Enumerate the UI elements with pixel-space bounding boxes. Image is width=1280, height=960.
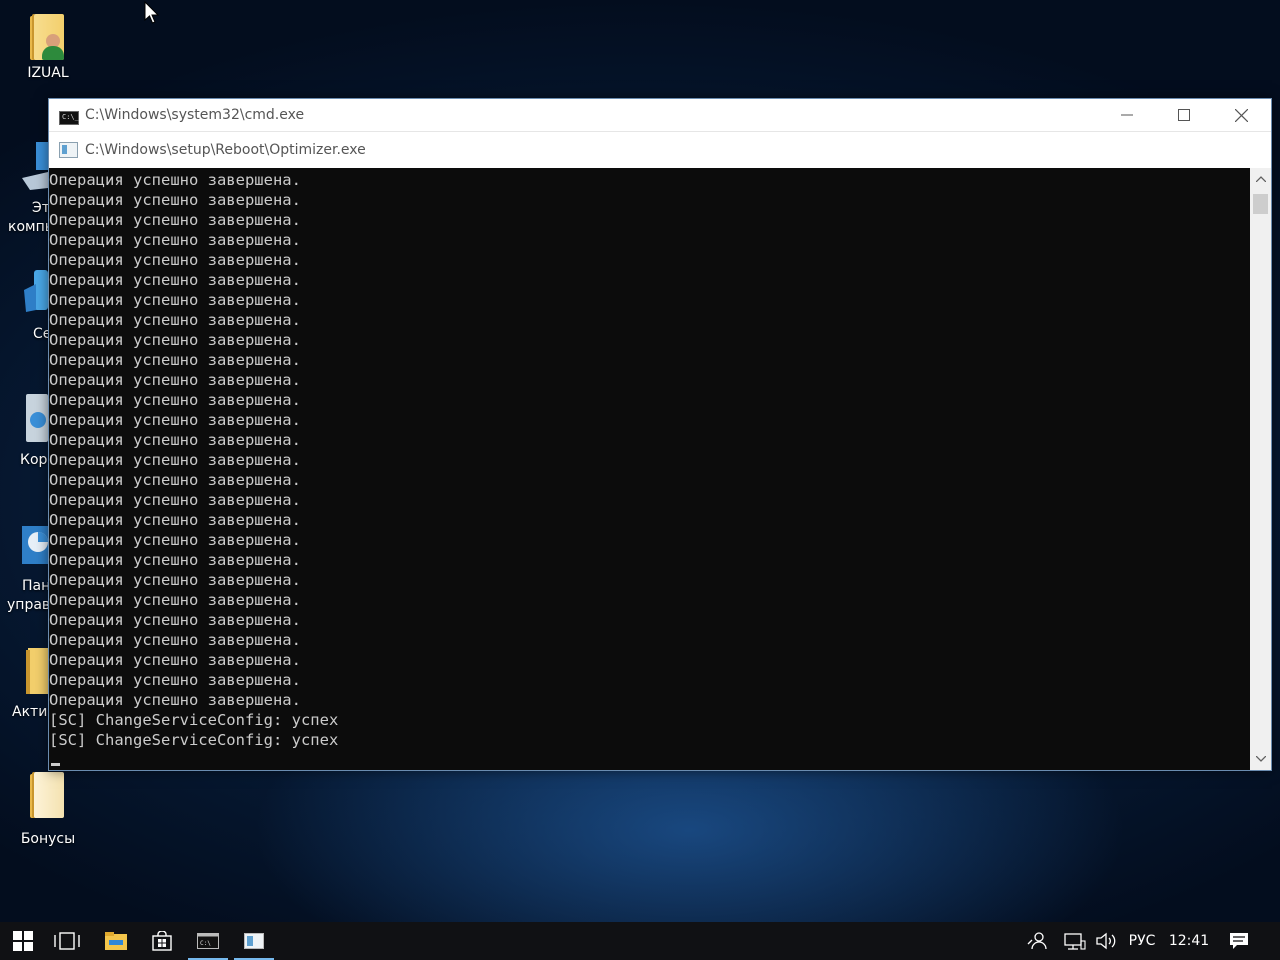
network-icon <box>24 270 48 312</box>
taskbar-optimizer-button[interactable] <box>231 922 277 960</box>
action-center-button[interactable] <box>1222 922 1256 960</box>
folder-icon <box>28 770 68 820</box>
cmd-window[interactable]: C:\_ C:\Windows\system32\cmd.exe C:\Wind… <box>48 98 1272 771</box>
console-line: Операция успешно завершена. <box>49 391 301 409</box>
notification-icon <box>1230 933 1248 949</box>
clock-time: 12:41 <box>1168 933 1210 949</box>
console-line: Операция успешно завершена. <box>49 211 301 229</box>
console-line: Операция успешно завершена. <box>49 171 301 189</box>
file-explorer-button[interactable] <box>93 922 139 960</box>
console-line: Операция успешно завершена. <box>49 251 301 269</box>
console-line: Операция успешно завершена. <box>49 511 301 529</box>
store-button[interactable] <box>139 922 185 960</box>
console-line: Операция успешно завершена. <box>49 611 301 629</box>
windows-logo-icon <box>13 931 33 951</box>
taskbar-cmd-button[interactable]: C:\ <box>185 922 231 960</box>
cmd-icon: C:\_ <box>59 111 79 125</box>
minimize-button[interactable] <box>1099 99 1155 131</box>
language-indicator[interactable]: РУС <box>1122 922 1162 960</box>
task-view-icon <box>54 932 80 950</box>
console-line: Операция успешно завершена. <box>49 571 301 589</box>
speaker-icon <box>1096 932 1116 950</box>
cmd-icon: C:\ <box>197 933 219 949</box>
console-line: Операция успешно завершена. <box>49 471 301 489</box>
title-bar[interactable]: C:\_ C:\Windows\system32\cmd.exe <box>49 99 1271 131</box>
network-tray-button[interactable] <box>1060 922 1090 960</box>
scrollbar-thumb[interactable] <box>1253 194 1268 214</box>
taskbar: C:\ РУС 12:41 <box>0 922 1280 960</box>
console-line: Операция успешно завершена. <box>49 631 301 649</box>
console-line: Операция успешно завершена. <box>49 531 301 549</box>
language-label: РУС <box>1128 933 1156 949</box>
desktop-icon-this-pc[interactable]: Эт компь <box>0 140 53 240</box>
file-explorer-icon <box>105 932 127 950</box>
console-line: Операция успешно завершена. <box>49 651 301 669</box>
desktop-icon-label: IZUAL <box>27 65 69 81</box>
network-icon <box>1064 933 1086 950</box>
start-button[interactable] <box>0 922 46 960</box>
folder-icon <box>26 648 48 694</box>
people-icon <box>1027 932 1047 950</box>
scroll-down-button[interactable] <box>1250 748 1271 770</box>
console-line: [SC] ChangeServiceConfig: успех <box>49 711 339 729</box>
text-cursor <box>51 763 60 766</box>
console-line: Операция успешно завершена. <box>49 591 301 609</box>
console-line: Операция успешно завершена. <box>49 451 301 469</box>
process-title-bar: C:\Windows\setup\Reboot\Optimizer.exe <box>49 131 1271 169</box>
task-view-button[interactable] <box>44 922 90 960</box>
application-icon <box>59 142 78 158</box>
desktop-icon-user-folder[interactable]: IZUAL <box>0 12 96 82</box>
desktop-icon-label: Пан <box>22 578 51 594</box>
console-line: Операция успешно завершена. <box>49 331 301 349</box>
chevron-down-icon <box>1255 756 1266 762</box>
store-icon <box>152 931 172 951</box>
console-line: Операция успешно завершена. <box>49 291 301 309</box>
console-line: Операция успешно завершена. <box>49 691 301 709</box>
close-icon <box>1234 108 1248 122</box>
computer-icon <box>22 142 48 190</box>
desktop-icon-label: Кор <box>20 452 48 468</box>
console-line: Операция успешно завершена. <box>49 371 301 389</box>
console-output[interactable]: Операция успешно завершена. Операция успе… <box>49 168 1250 770</box>
volume-button[interactable] <box>1092 922 1120 960</box>
people-button[interactable] <box>1022 922 1052 960</box>
console-line: Операция успешно завершена. <box>49 271 301 289</box>
desktop-icon-recycle-bin[interactable]: Кор <box>0 390 48 474</box>
scroll-up-button[interactable] <box>1250 168 1271 190</box>
minimize-icon <box>1121 114 1133 116</box>
maximize-icon <box>1178 109 1190 121</box>
console-line: Операция успешно завершена. <box>49 431 301 449</box>
console-line: [SC] ChangeServiceConfig: успех <box>49 731 339 749</box>
recycle-bin-icon <box>26 394 48 442</box>
desktop-icon-bonus-folder[interactable]: Бонусы <box>0 770 96 848</box>
console-line: Операция успешно завершена. <box>49 411 301 429</box>
console-line: Операция успешно завершена. <box>49 231 301 249</box>
maximize-button[interactable] <box>1156 99 1212 131</box>
svg-text:C:\: C:\ <box>200 940 211 947</box>
console-line: Операция успешно завершена. <box>49 191 301 209</box>
desktop-icon-label: компь <box>8 219 53 235</box>
process-title: C:\Windows\setup\Reboot\Optimizer.exe <box>85 142 366 158</box>
vertical-scrollbar[interactable] <box>1250 168 1271 770</box>
desktop-icon-label: управ <box>7 597 51 613</box>
console-line: Операция успешно завершена. <box>49 351 301 369</box>
desktop-icon-activation-folder[interactable]: Акти <box>0 644 48 728</box>
desktop-icon-network[interactable]: Се <box>0 264 51 348</box>
console-line: Операция успешно завершена. <box>49 311 301 329</box>
desktop-icon-label: Акти <box>12 704 48 720</box>
desktop-icon-control-panel[interactable]: Пан управ <box>0 522 51 622</box>
close-button[interactable] <box>1213 99 1269 131</box>
console-line: Операция успешно завершена. <box>49 671 301 689</box>
desktop-icon-label: Бонусы <box>20 831 76 847</box>
console-line: Операция успешно завершена. <box>49 551 301 569</box>
user-folder-icon <box>28 12 68 62</box>
application-icon <box>244 933 264 949</box>
console-line: Операция успешно завершена. <box>49 491 301 509</box>
window-title: C:\Windows\system32\cmd.exe <box>85 107 305 123</box>
chevron-up-icon <box>1255 176 1266 182</box>
mouse-cursor-icon <box>144 1 160 24</box>
control-panel-icon <box>22 526 48 564</box>
clock[interactable]: 12:41 <box>1166 922 1212 960</box>
console-lines: Операция успешно завершена. Операция успе… <box>49 170 338 750</box>
